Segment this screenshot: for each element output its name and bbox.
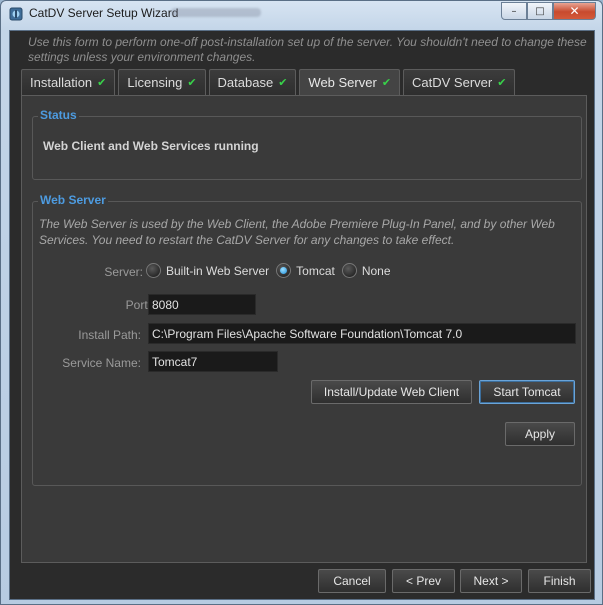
web-server-group: Web Server The Web Server is used by the… [32, 193, 582, 486]
radio-button-selected[interactable] [276, 263, 292, 278]
tab-label: CatDV Server [412, 75, 493, 90]
catdv-app-icon [9, 7, 23, 21]
finish-button[interactable]: Finish [528, 569, 591, 593]
radio-tomcat[interactable]: Tomcat [276, 263, 335, 278]
tab-bar: Installation ✔ Licensing ✔ Database ✔ We… [21, 69, 518, 95]
server-label: Server: [104, 265, 143, 279]
window-title: CatDV Server Setup Wizard [29, 6, 179, 20]
port-field[interactable]: 8080 [148, 294, 256, 315]
wizard-client-area: Use this form to perform one-off post-in… [9, 30, 595, 600]
radio-label: None [361, 263, 391, 278]
apply-button[interactable]: Apply [505, 422, 575, 446]
tab-label: Installation [30, 75, 93, 90]
service-name-label: Service Name: [62, 356, 141, 370]
server-radio-group: Built-in Web Server Tomcat None [146, 263, 398, 278]
prev-button[interactable]: < Prev [392, 569, 455, 593]
web-server-description: The Web Server is used by the Web Client… [39, 217, 555, 247]
start-tomcat-button[interactable]: Start Tomcat [479, 380, 575, 404]
intro-text: Use this form to perform one-off post-in… [28, 35, 587, 64]
tab-label: Web Server [308, 75, 377, 90]
install-path-label: Install Path: [78, 328, 141, 342]
next-button[interactable]: Next > [460, 569, 522, 593]
tab-catdv-server[interactable]: CatDV Server ✔ [403, 69, 516, 95]
check-icon: ✔ [278, 76, 288, 89]
setup-wizard-window: CatDV Server Setup Wizard – □ ✕ Use this… [0, 0, 603, 605]
radio-none[interactable]: None [341, 263, 391, 278]
caption-buttons: – □ ✕ [501, 2, 596, 21]
tab-label: Licensing [127, 75, 183, 90]
radio-builtin-web-server[interactable]: Built-in Web Server [146, 263, 269, 278]
install-path-field[interactable]: C:\Program Files\Apache Software Foundat… [148, 323, 576, 344]
radio-button[interactable] [146, 263, 161, 278]
tab-database[interactable]: Database ✔ [208, 69, 297, 95]
port-label: Port: [125, 298, 151, 312]
web-server-group-title: Web Server [38, 193, 108, 207]
check-icon: ✔ [97, 76, 107, 89]
title-bar[interactable]: CatDV Server Setup Wizard – □ ✕ [1, 1, 602, 27]
service-name-field[interactable]: Tomcat7 [148, 351, 278, 372]
radio-label: Built-in Web Server [166, 263, 270, 278]
close-button[interactable]: ✕ [553, 2, 596, 20]
web-server-panel: Status Web Client and Web Services runni… [21, 95, 587, 563]
cancel-button[interactable]: Cancel [318, 569, 386, 593]
install-update-web-client-button[interactable]: Install/Update Web Client [311, 380, 472, 404]
status-message: Web Client and Web Services running [43, 139, 259, 153]
check-icon: ✔ [497, 76, 507, 89]
status-group-title: Status [38, 108, 79, 122]
status-group: Status Web Client and Web Services runni… [32, 108, 582, 180]
tab-installation[interactable]: Installation ✔ [21, 69, 116, 95]
check-icon: ✔ [187, 76, 197, 89]
maximize-button[interactable]: □ [527, 2, 553, 20]
check-icon: ✔ [381, 76, 392, 89]
radio-button[interactable] [341, 263, 357, 278]
tab-web-server[interactable]: Web Server ✔ [299, 69, 401, 95]
radio-label: Tomcat [296, 263, 335, 278]
tab-licensing[interactable]: Licensing ✔ [118, 69, 206, 95]
title-blurred-text [171, 8, 261, 17]
minimize-button[interactable]: – [501, 2, 527, 20]
tab-label: Database [217, 75, 274, 90]
